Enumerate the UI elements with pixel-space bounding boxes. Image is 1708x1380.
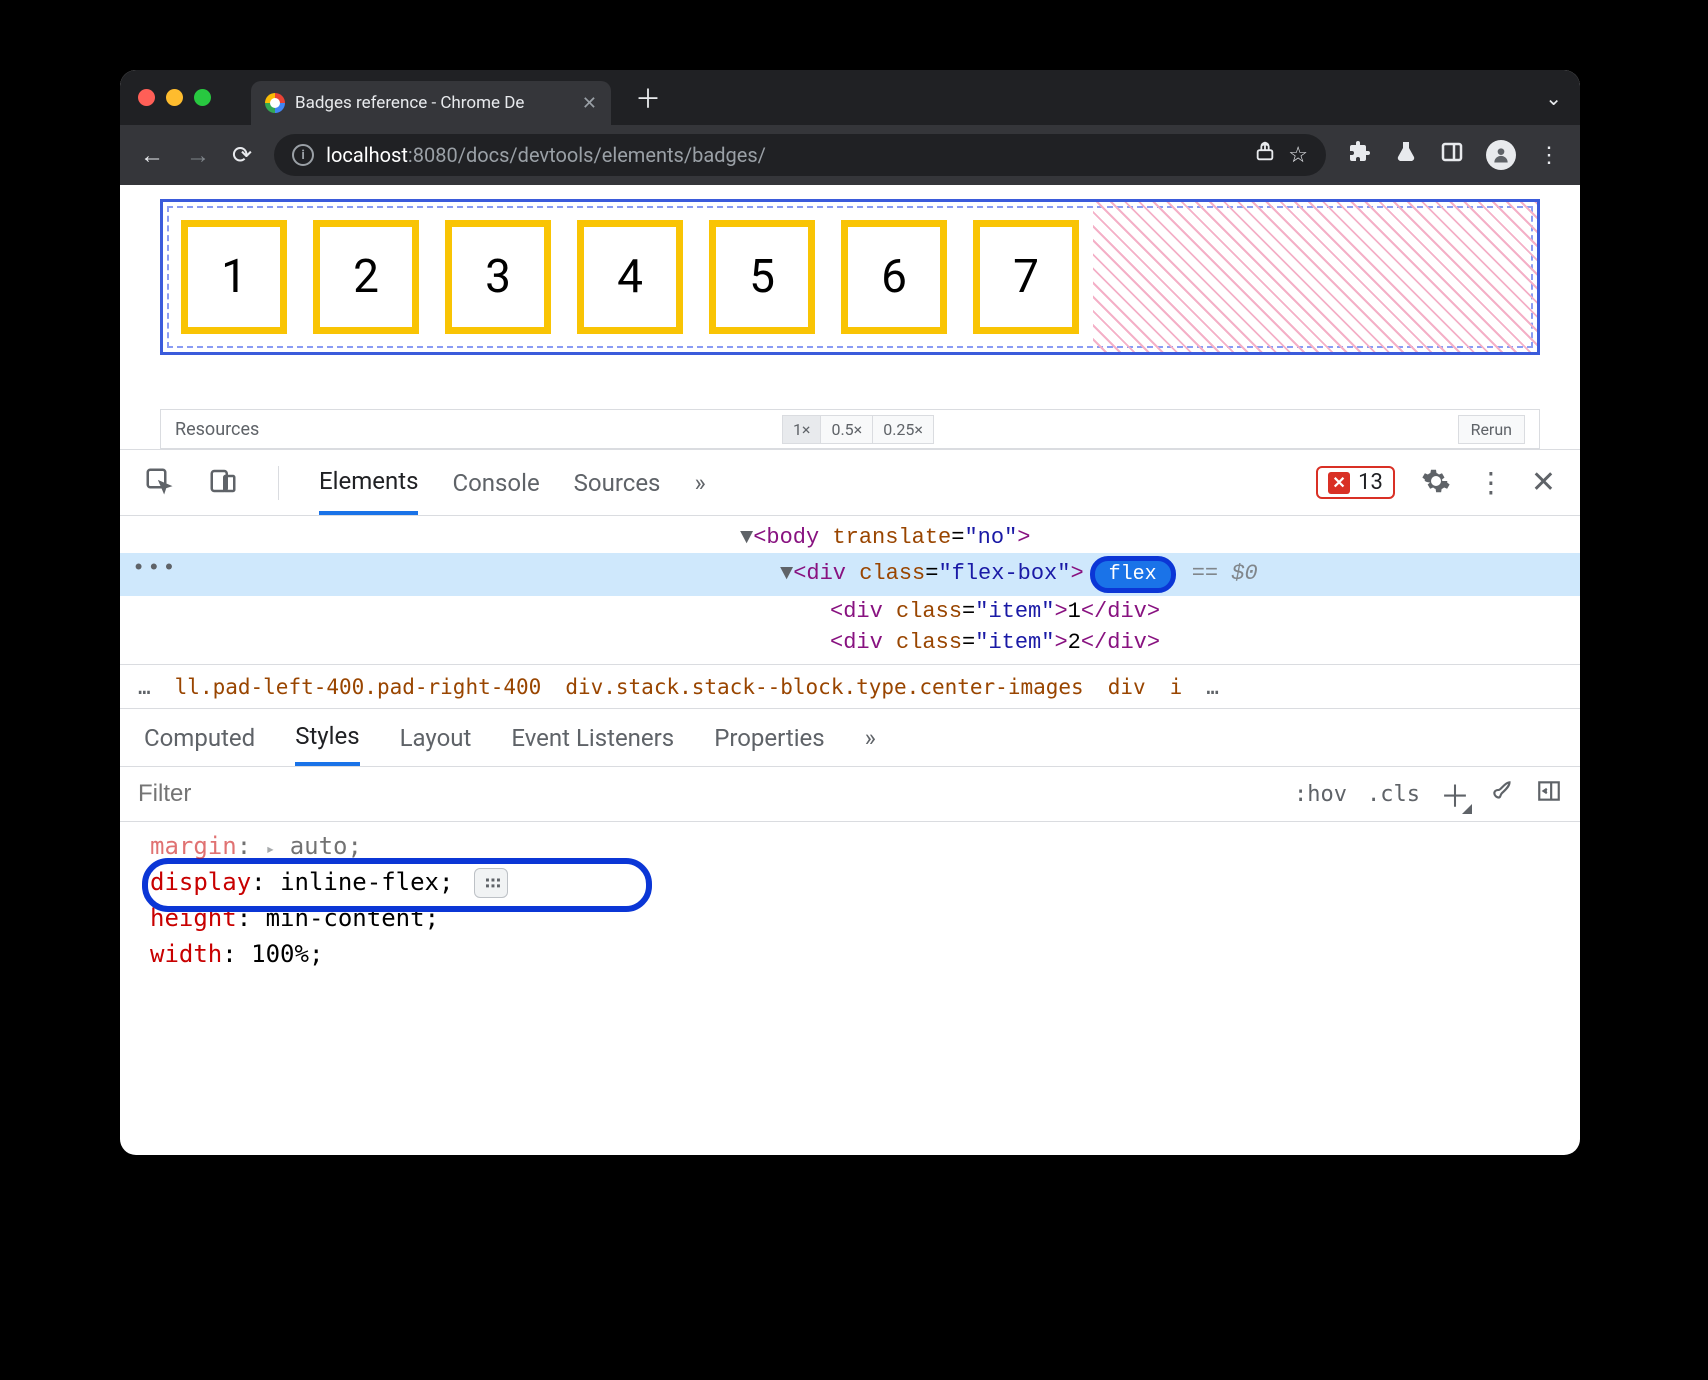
cls-toggle[interactable]: .cls — [1367, 782, 1420, 807]
flex-item[interactable]: 5 — [709, 220, 815, 334]
breadcrumb-item[interactable]: ll.pad-left-400.pad-right-400 — [175, 675, 542, 699]
breadcrumb-item[interactable]: div — [1108, 675, 1146, 699]
zoom-controls: 1× 0.5× 0.25× — [783, 415, 934, 444]
css-rules[interactable]: margin: ▸ auto; display: inline-flex; he… — [120, 822, 1580, 978]
devtools-panel: Elements Console Sources » ✕ 13 ⋮ ✕ ▼<bo… — [120, 449, 1580, 978]
panel-icon[interactable] — [1440, 140, 1464, 170]
breadcrumb-item[interactable]: i — [1170, 675, 1183, 699]
zoom-1x[interactable]: 1× — [782, 415, 822, 444]
labs-icon[interactable] — [1394, 140, 1418, 170]
divider — [278, 466, 279, 500]
demo-toolbar: Resources 1× 0.5× 0.25× Rerun — [160, 409, 1540, 449]
toggle-sidebar-icon[interactable] — [1536, 778, 1562, 810]
browser-window: Badges reference - Chrome De ✕ ＋ ⌄ ← → ⟳… — [120, 70, 1580, 1155]
profile-avatar[interactable] — [1486, 140, 1516, 170]
tab-layout[interactable]: Layout — [400, 712, 472, 764]
paint-brush-icon[interactable] — [1490, 778, 1516, 810]
devtools-kebab-icon[interactable]: ⋮ — [1477, 466, 1505, 499]
new-style-rule-icon[interactable]: ＋ — [1440, 772, 1470, 816]
flexbox-editor-icon[interactable] — [474, 868, 508, 898]
dom-node-item-2[interactable]: <div class="item">2</div> — [120, 627, 1580, 658]
reload-button[interactable]: ⟳ — [232, 141, 252, 169]
tabs-dropdown-icon[interactable]: ⌄ — [1545, 86, 1562, 110]
tab-properties[interactable]: Properties — [714, 712, 824, 764]
tab-styles[interactable]: Styles — [295, 710, 359, 766]
url-host: localhost — [326, 143, 408, 167]
tab-console[interactable]: Console — [452, 453, 539, 513]
tab-sources[interactable]: Sources — [574, 453, 661, 513]
close-window-button[interactable] — [138, 89, 155, 106]
site-info-icon[interactable]: i — [292, 144, 314, 166]
page-viewport: 1 2 3 4 5 6 7 Resources 1× 0.5× 0.25× Re… — [120, 185, 1580, 449]
tab-elements[interactable]: Elements — [319, 451, 418, 515]
dom-tree[interactable]: ▼<body translate="no"> ••• ▼<div class="… — [120, 516, 1580, 664]
styles-filter-input[interactable] — [138, 780, 1274, 808]
tab-close-icon[interactable]: ✕ — [582, 93, 597, 114]
forward-button[interactable]: → — [186, 141, 210, 170]
hov-toggle[interactable]: :hov — [1294, 782, 1347, 807]
browser-toolbar: ← → ⟳ i localhost:8080/docs/devtools/ele… — [120, 125, 1580, 185]
zoom-05x[interactable]: 0.5× — [820, 415, 873, 444]
fullscreen-window-button[interactable] — [194, 89, 211, 106]
dom-breadcrumbs[interactable]: … ll.pad-left-400.pad-right-400 div.stac… — [120, 664, 1580, 708]
flex-badge[interactable]: flex — [1090, 556, 1176, 593]
tab-bar: Badges reference - Chrome De ✕ ＋ ⌄ — [120, 70, 1580, 125]
breadcrumb-item[interactable]: div.stack.stack--block.type.center-image… — [565, 675, 1083, 699]
bookmark-star-icon[interactable]: ☆ — [1288, 143, 1308, 168]
chrome-favicon-icon — [265, 93, 285, 113]
row-actions-icon[interactable]: ••• — [132, 556, 178, 581]
devtools-tabs: Elements Console Sources » ✕ 13 ⋮ ✕ — [120, 450, 1580, 516]
selected-indicator: == $0 — [1192, 561, 1258, 586]
tab-title: Badges reference - Chrome De — [295, 93, 524, 113]
resources-button[interactable]: Resources — [175, 419, 259, 440]
flex-item[interactable]: 4 — [577, 220, 683, 334]
address-bar[interactable]: i localhost:8080/docs/devtools/elements/… — [274, 134, 1326, 176]
browser-tab[interactable]: Badges reference - Chrome De ✕ — [251, 81, 611, 125]
window-controls — [138, 89, 211, 106]
tab-event-listeners[interactable]: Event Listeners — [511, 712, 674, 764]
back-button[interactable]: ← — [140, 141, 164, 170]
flex-container-demo[interactable]: 1 2 3 4 5 6 7 — [160, 199, 1540, 355]
styles-filter-bar: :hov .cls ＋ — [120, 766, 1580, 822]
styles-tabs-overflow-icon[interactable]: » — [865, 724, 876, 752]
new-tab-button[interactable]: ＋ — [635, 79, 661, 116]
device-toolbar-icon[interactable] — [208, 466, 238, 500]
share-icon[interactable] — [1254, 141, 1276, 169]
dom-node-flexbox-selected[interactable]: ••• ▼<div class="flex-box">flex== $0 — [120, 553, 1580, 596]
flex-item[interactable]: 6 — [841, 220, 947, 334]
flex-item[interactable]: 1 — [181, 220, 287, 334]
error-count-badge[interactable]: ✕ 13 — [1316, 466, 1395, 499]
flex-items-wrap: 1 2 3 4 5 6 7 — [163, 202, 1097, 352]
tabs-overflow-icon[interactable]: » — [694, 469, 705, 497]
flex-item[interactable]: 3 — [445, 220, 551, 334]
breadcrumb-overflow-right[interactable]: … — [1206, 675, 1219, 699]
error-count: 13 — [1358, 470, 1383, 495]
dom-node-item-1[interactable]: <div class="item">1</div> — [120, 596, 1580, 627]
settings-gear-icon[interactable] — [1421, 466, 1451, 500]
toolbar-actions: ⋮ — [1348, 140, 1560, 170]
devtools-close-icon[interactable]: ✕ — [1531, 465, 1556, 500]
dom-node-body[interactable]: ▼<body translate="no"> — [120, 522, 1580, 553]
flex-free-space-overlay — [1093, 202, 1537, 352]
rerun-button[interactable]: Rerun — [1458, 415, 1525, 444]
flex-item[interactable]: 7 — [973, 220, 1079, 334]
extensions-icon[interactable] — [1348, 140, 1372, 170]
minimize-window-button[interactable] — [166, 89, 183, 106]
kebab-menu-icon[interactable]: ⋮ — [1538, 143, 1560, 168]
styles-tabs: Computed Styles Layout Event Listeners P… — [120, 708, 1580, 766]
breadcrumb-overflow-left[interactable]: … — [138, 675, 151, 699]
inspect-element-icon[interactable] — [144, 466, 174, 500]
tab-computed[interactable]: Computed — [144, 712, 255, 764]
flex-item[interactable]: 2 — [313, 220, 419, 334]
url-path: :8080/docs/devtools/elements/badges/ — [408, 143, 766, 167]
zoom-025x[interactable]: 0.25× — [872, 415, 934, 444]
error-icon: ✕ — [1328, 472, 1350, 494]
